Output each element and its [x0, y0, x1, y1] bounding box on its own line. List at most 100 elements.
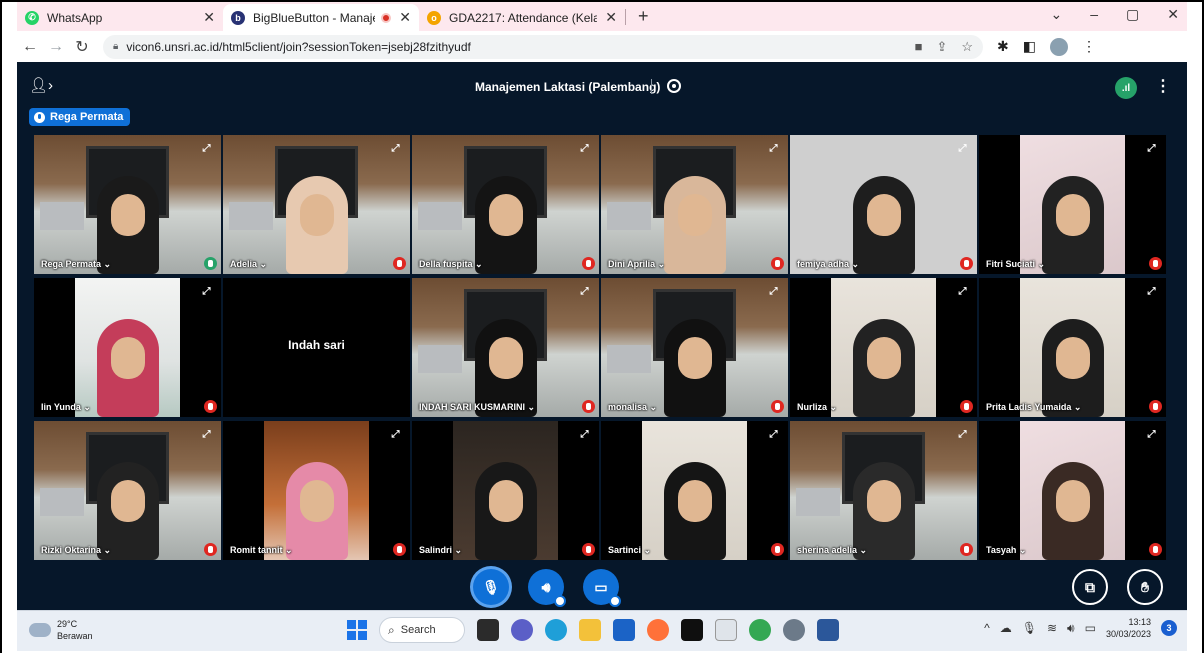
new-tab-button[interactable]: + [638, 6, 649, 27]
minimize-button[interactable]: – [1090, 6, 1098, 23]
participant-name[interactable]: Tasyah ⌄ [986, 545, 1026, 556]
settings-icon[interactable] [783, 619, 805, 641]
options-menu-icon[interactable]: ⋮ [1155, 76, 1171, 96]
microphone-in-use-icon[interactable]: 🎙︎ [1022, 621, 1037, 635]
fullscreen-icon[interactable]: ⤢ [389, 142, 402, 155]
camera-options-badge[interactable] [609, 595, 621, 607]
file-explorer-icon[interactable] [579, 619, 601, 641]
leave-audio-button[interactable]: 🔊︎ [528, 569, 566, 607]
firefox-icon[interactable] [647, 619, 669, 641]
lock-icon[interactable]: 🔒︎ [113, 41, 118, 52]
fullscreen-icon[interactable]: ⤢ [200, 428, 213, 441]
participant-name[interactable]: femiya adha ⌄ [797, 259, 859, 270]
connection-status-icon[interactable]: .ıl [1115, 77, 1137, 99]
participant-name[interactable]: Salindri ⌄ [419, 545, 462, 556]
video-tile[interactable]: ⤢ monalisa ⌄ [601, 278, 788, 417]
reload-icon[interactable]: ↻ [69, 37, 95, 57]
video-tile[interactable]: ⤢ Rizki Oktarina ⌄ [34, 421, 221, 560]
fullscreen-icon[interactable]: ⤢ [767, 285, 780, 298]
users-list-toggle-icon[interactable]: 👤︎› [29, 76, 53, 94]
video-tile[interactable]: ⤢ sherina adelia ⌄ [790, 421, 977, 560]
participant-name[interactable]: Dini Aprilia ⌄ [608, 259, 665, 270]
clock[interactable]: 13:13 30/03/2023 [1106, 616, 1151, 640]
chevron-up-icon[interactable]: ^ [984, 621, 990, 635]
audio-options-badge[interactable] [554, 595, 566, 607]
participant-name[interactable]: Nurliza ⌄ [797, 402, 837, 413]
video-tile[interactable]: ⤢ Fitri Suciati ⌄ [979, 135, 1166, 274]
raise-hand-button[interactable]: ✋︎ [1127, 569, 1163, 605]
share-icon[interactable]: ⇪ [936, 39, 947, 55]
participant-name[interactable]: Sartinci ⌄ [608, 545, 651, 556]
video-tile[interactable]: ⤢ Iin Yunda ⌄ [34, 278, 221, 417]
side-panel-icon[interactable]: ◧ [1023, 38, 1036, 55]
word-icon[interactable] [817, 619, 839, 641]
close-tab-icon[interactable]: ✕ [203, 9, 215, 26]
tab-bigbluebutton[interactable]: b BigBlueButton - Manajemen ✕ [223, 4, 419, 31]
tab-search-icon[interactable]: ⌄ [1051, 6, 1063, 23]
mail-icon[interactable] [613, 619, 635, 641]
fullscreen-icon[interactable]: ⤢ [956, 285, 969, 298]
fullscreen-icon[interactable]: ⤢ [200, 142, 213, 155]
close-window-button[interactable]: ✕ [1167, 6, 1179, 23]
fullscreen-icon[interactable]: ⤢ [1145, 142, 1158, 155]
video-tile[interactable]: ⤢ Prita Ladis Yumaida ⌄ [979, 278, 1166, 417]
chrome-icon[interactable] [749, 619, 771, 641]
video-tile[interactable]: ⤢ femiya adha ⌄ [790, 135, 977, 274]
bookmark-star-icon[interactable]: ☆ [961, 39, 973, 55]
teams-chat-icon[interactable] [511, 619, 533, 641]
video-tile[interactable]: Indah sari [223, 278, 410, 417]
wifi-icon[interactable]: ≋ [1047, 621, 1057, 635]
notification-badge[interactable]: 3 [1161, 620, 1177, 636]
taskbar-search[interactable]: ⌕ Search [379, 617, 465, 643]
fullscreen-icon[interactable]: ⤢ [578, 428, 591, 441]
drive-sync-icon[interactable]: ☁︎ [1000, 621, 1012, 635]
participant-name[interactable]: Fitri Suciati ⌄ [986, 259, 1045, 270]
share-webcam-button[interactable]: ▭ [583, 569, 621, 607]
talking-indicator[interactable]: Rega Permata [29, 108, 131, 126]
weather-widget[interactable]: 29°C Berawan [25, 618, 93, 642]
close-tab-icon[interactable]: ✕ [399, 9, 411, 26]
fullscreen-icon[interactable]: ⤢ [956, 142, 969, 155]
fullscreen-icon[interactable]: ⤢ [200, 285, 213, 298]
video-tile[interactable]: ⤢ Nurliza ⌄ [790, 278, 977, 417]
fullscreen-icon[interactable]: ⤢ [389, 428, 402, 441]
video-tile[interactable]: ⤢ Salindri ⌄ [412, 421, 599, 560]
participant-name[interactable]: Iin Yunda ⌄ [41, 402, 91, 413]
mute-microphone-button[interactable]: 🎙︎ [473, 569, 509, 605]
video-tile[interactable]: ⤢ Tasyah ⌄ [979, 421, 1166, 560]
edge-icon[interactable] [545, 619, 567, 641]
browser-menu-icon[interactable]: ⋮ [1082, 38, 1096, 55]
recording-status-icon[interactable] [667, 79, 681, 93]
fullscreen-icon[interactable]: ⤢ [578, 285, 591, 298]
participant-name[interactable]: Rega Permata ⌄ [41, 259, 111, 270]
fullscreen-icon[interactable]: ⤢ [767, 142, 780, 155]
task-view-icon[interactable] [477, 619, 499, 641]
forward-icon[interactable]: → [43, 38, 69, 56]
video-tile[interactable]: ⤢ Sartinci ⌄ [601, 421, 788, 560]
participant-name[interactable]: monalisa ⌄ [608, 402, 657, 413]
participant-name[interactable]: INDAH SARI KUSMARINI ⌄ [419, 402, 535, 413]
fullscreen-icon[interactable]: ⤢ [578, 142, 591, 155]
camera-in-use-icon[interactable]: ■ [915, 39, 923, 55]
video-tile[interactable]: ⤢ Dini Aprilia ⌄ [601, 135, 788, 274]
address-bar[interactable]: 🔒︎ vicon6.unsri.ac.id/html5client/join?s… [103, 34, 983, 59]
profile-avatar[interactable] [1049, 37, 1068, 56]
video-tile[interactable]: ⤢ Adelia ⌄ [223, 135, 410, 274]
tab-attendance[interactable]: o GDA2217: Attendance (Kelas Pale ✕ [419, 4, 625, 31]
video-tile[interactable]: ⤢ Romit tannit ⌄ [223, 421, 410, 560]
participant-name[interactable]: Della fuspita ⌄ [419, 259, 483, 270]
participant-name[interactable]: Prita Ladis Yumaida ⌄ [986, 402, 1081, 413]
extensions-icon[interactable]: ✱ [997, 38, 1009, 55]
fullscreen-icon[interactable]: ⤢ [767, 428, 780, 441]
fullscreen-icon[interactable]: ⤢ [956, 428, 969, 441]
restore-presentation-button[interactable]: ⧉ [1072, 569, 1108, 605]
volume-icon[interactable]: 🔊︎ [1067, 621, 1075, 636]
participant-name[interactable]: Adelia ⌄ [230, 259, 267, 270]
fullscreen-icon[interactable]: ⤢ [1145, 285, 1158, 298]
restore-button[interactable]: ▢ [1126, 6, 1139, 23]
close-tab-icon[interactable]: ✕ [605, 9, 617, 26]
video-tile[interactable]: ⤢ Della fuspita ⌄ [412, 135, 599, 274]
battery-icon[interactable]: ▭ [1085, 621, 1096, 635]
participant-name[interactable]: Rizki Oktarina ⌄ [41, 545, 111, 556]
video-tile[interactable]: ⤢ INDAH SARI KUSMARINI ⌄ [412, 278, 599, 417]
